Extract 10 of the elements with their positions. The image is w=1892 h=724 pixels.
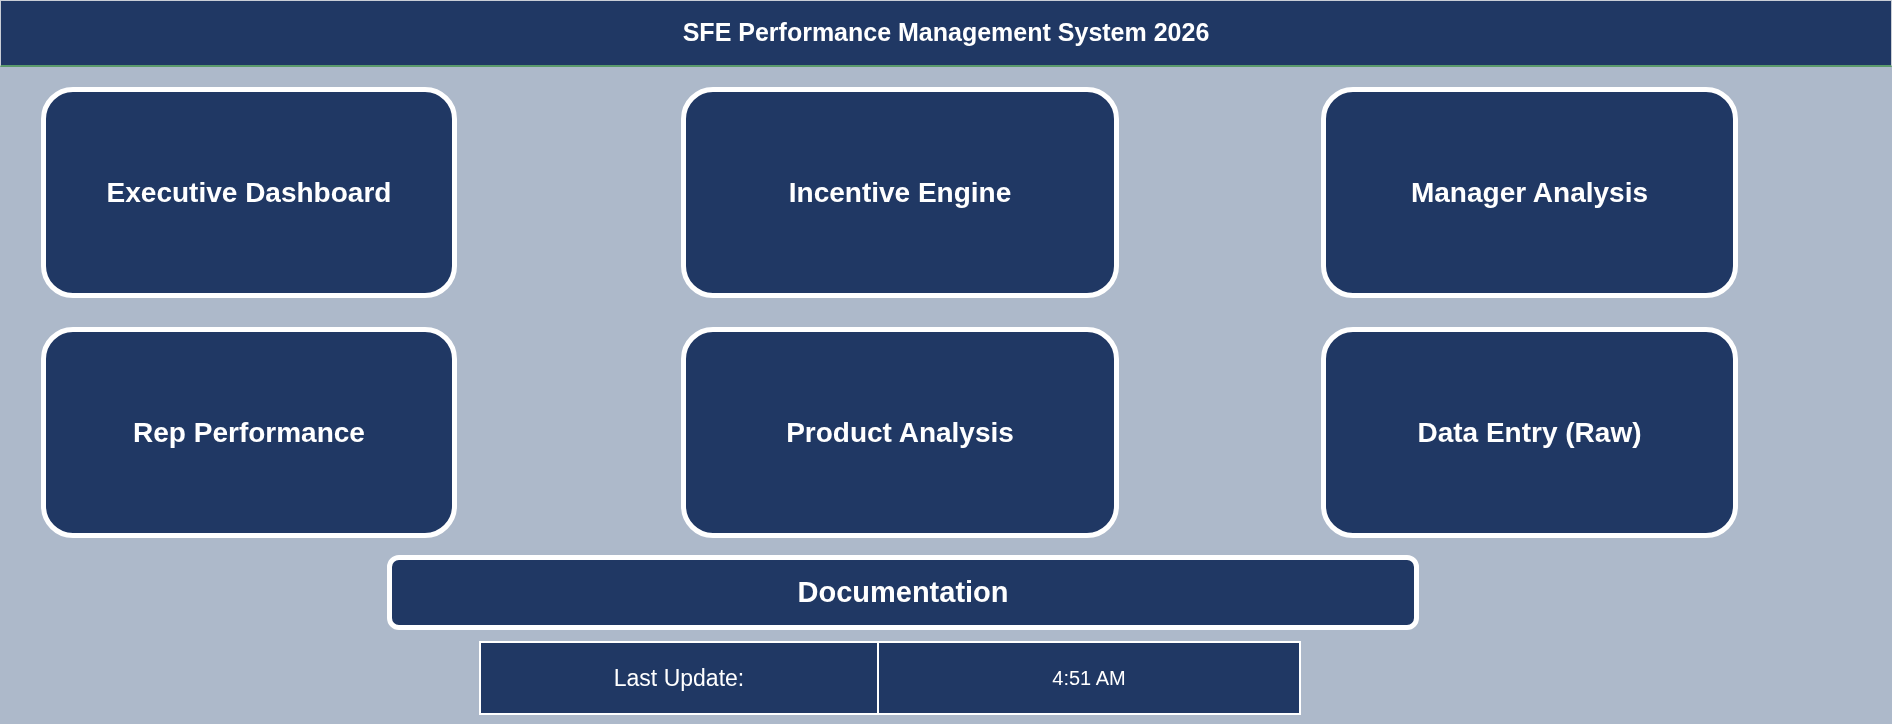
nav-button[interactable]: Manager Analysis — [1321, 87, 1738, 298]
last-update-time: 4:51 AM — [1052, 666, 1126, 691]
nav-button[interactable]: Executive Dashboard — [41, 87, 457, 298]
nav-button[interactable]: Incentive Engine — [681, 87, 1119, 298]
documentation-button[interactable]: Documentation — [387, 555, 1419, 630]
last-update-label: Last Update: — [613, 663, 745, 693]
nav-button[interactable]: Product Analysis — [681, 327, 1119, 538]
nav-button[interactable]: Rep Performance — [41, 327, 457, 538]
nav-button[interactable]: Data Entry (Raw) — [1321, 327, 1738, 538]
page-title: SFE Performance Management System 2026 — [682, 17, 1210, 49]
